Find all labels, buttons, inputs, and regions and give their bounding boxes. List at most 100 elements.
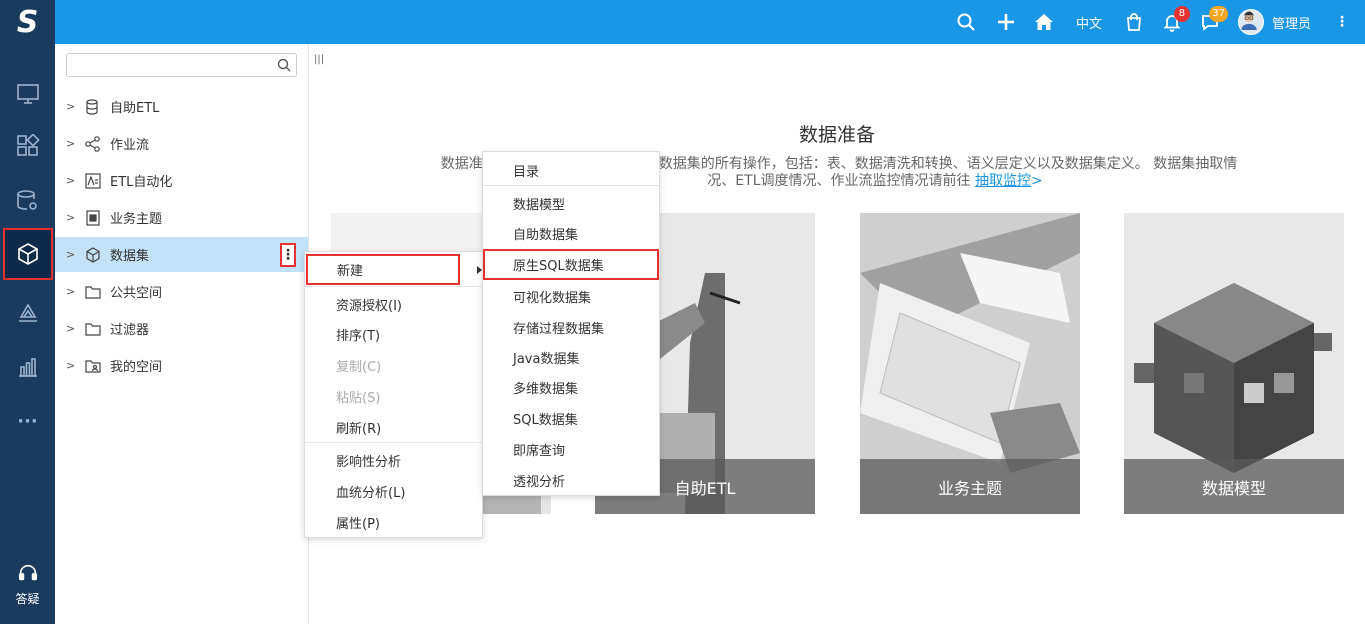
- help-button[interactable]: 答疑: [0, 562, 55, 607]
- submenu-item-olap-dataset[interactable]: 多维数据集: [483, 372, 659, 402]
- chevron-right-icon[interactable]: >: [66, 174, 78, 187]
- card-caption: 业务主题: [860, 459, 1080, 514]
- menu-item-label: SQL数据集: [513, 412, 578, 428]
- tree-item-dataset[interactable]: > 数据集 ⋮: [55, 237, 308, 272]
- menu-item-label: 存储过程数据集: [513, 321, 605, 337]
- chevron-right-icon[interactable]: >: [66, 211, 78, 224]
- desc-line2: 况、ETL调度情况、作业流监控情况请前往: [707, 173, 971, 189]
- tree-item-label: ETL自动化: [110, 175, 173, 190]
- menu-separator: [305, 442, 482, 443]
- chevron-right-icon[interactable]: >: [66, 137, 78, 150]
- menu-item-authorize[interactable]: 资源授权(I): [305, 289, 482, 319]
- menu-item-label: 可视化数据集: [513, 290, 592, 306]
- tree-item-etl-automation[interactable]: > ETL自动化: [55, 163, 308, 198]
- menu-item-label: 原生SQL数据集: [513, 259, 604, 274]
- collapse-panel-icon[interactable]: |||: [314, 54, 324, 65]
- search-icon[interactable]: [956, 12, 976, 32]
- message-badge: 37: [1209, 6, 1228, 22]
- menu-item-label: 即席查询: [513, 443, 566, 459]
- language-switch[interactable]: 中文: [1076, 13, 1102, 32]
- folder-icon: [85, 285, 101, 299]
- submenu-item-self-dataset[interactable]: 自助数据集: [483, 218, 659, 248]
- tree-item-business-topic[interactable]: > 业务主题: [55, 200, 308, 235]
- plus-icon[interactable]: [996, 12, 1016, 32]
- menu-item-label: Java数据集: [513, 351, 580, 367]
- menu-separator: [483, 185, 659, 186]
- chevron-right-icon[interactable]: >: [66, 322, 78, 335]
- submenu-item-native-sql-dataset[interactable]: 原生SQL数据集: [483, 249, 659, 280]
- chevron-right-icon[interactable]: >: [66, 100, 78, 113]
- tree-item-etl[interactable]: > 自助ETL: [55, 89, 308, 124]
- rail-dataset-icon[interactable]: [3, 228, 53, 280]
- menu-item-label: 粘贴(S): [336, 390, 381, 406]
- menu-item-label: 属性(P): [336, 516, 380, 532]
- menu-item-label: 排序(T): [336, 328, 381, 344]
- chevron-right-icon[interactable]: >: [66, 248, 78, 261]
- tree-search-input[interactable]: [66, 53, 297, 77]
- more-vertical-icon[interactable]: ⋮: [1335, 14, 1349, 30]
- top-header: S 中文 8 37 管理员 ⋮: [0, 0, 1365, 44]
- desc-arrow: >: [1030, 173, 1043, 189]
- cube-icon: [86, 246, 100, 263]
- tree-item-label: 业务主题: [110, 212, 163, 227]
- chevron-right-icon[interactable]: >: [66, 285, 78, 298]
- menu-item-sort[interactable]: 排序(T): [305, 319, 482, 349]
- tree-item-workflow[interactable]: > 作业流: [55, 126, 308, 161]
- submenu-item-adhoc-query[interactable]: 即席查询: [483, 434, 659, 464]
- submenu-item-sql-dataset[interactable]: SQL数据集: [483, 403, 659, 433]
- header-actions: 中文 8 37 管理员 ⋮: [956, 0, 1365, 44]
- menu-item-label: 血统分析(L): [336, 485, 406, 501]
- submenu-item-stored-procedure-dataset[interactable]: 存储过程数据集: [483, 312, 659, 342]
- home-icon[interactable]: [1034, 12, 1054, 32]
- rail-apps-icon[interactable]: [0, 120, 55, 172]
- message-icon[interactable]: 37: [1200, 6, 1228, 32]
- rail-analysis-icon[interactable]: [0, 286, 55, 338]
- rail-report-icon[interactable]: [0, 341, 55, 393]
- tree-item-label: 自助ETL: [110, 101, 160, 116]
- app-logo[interactable]: S: [0, 0, 55, 44]
- menu-item-label: 多维数据集: [513, 381, 579, 397]
- menu-item-label: 新建: [337, 264, 364, 279]
- chevron-right-icon[interactable]: >: [66, 359, 78, 372]
- submenu-item-visual-dataset[interactable]: 可视化数据集: [483, 281, 659, 311]
- more-options-button[interactable]: ⋮: [280, 243, 296, 267]
- workflow-icon: [85, 135, 100, 152]
- submenu-item-java-dataset[interactable]: Java数据集: [483, 342, 659, 372]
- card-data-model[interactable]: 数据模型: [1124, 213, 1344, 514]
- tree-item-label: 作业流: [110, 138, 150, 153]
- menu-item-label: 数据模型: [513, 197, 566, 213]
- menu-item-label: 刷新(R): [336, 421, 382, 437]
- menu-item-impact-analysis[interactable]: 影响性分析: [305, 445, 482, 475]
- extract-monitor-link[interactable]: 抽取监控: [975, 173, 1031, 189]
- notification-bell-icon[interactable]: 8: [1162, 6, 1190, 32]
- card-business-topic[interactable]: 业务主题: [860, 213, 1080, 514]
- menu-item-new[interactable]: 新建: [306, 254, 460, 285]
- user-avatar[interactable]: [1237, 9, 1264, 35]
- menu-item-properties[interactable]: 属性(P): [305, 507, 482, 537]
- desc-line1-b: 数据集的所有操作，包括：表、数据清洗和转换、语义层定义以及数据集定义。 数据集抽…: [658, 156, 1238, 172]
- tree-item-label: 公共空间: [110, 286, 163, 301]
- menu-item-copy[interactable]: 复制(C): [305, 350, 482, 380]
- rail-monitor-icon[interactable]: [0, 68, 55, 120]
- page-title: 数据准备: [798, 124, 875, 146]
- submenu-item-data-model[interactable]: 数据模型: [483, 188, 659, 218]
- menu-item-refresh[interactable]: 刷新(R): [305, 412, 482, 442]
- menu-item-label: 透视分析: [513, 474, 566, 490]
- tree-item-filter[interactable]: > 过滤器: [55, 311, 308, 346]
- shopping-bag-icon[interactable]: [1124, 12, 1144, 32]
- tree-item-label: 我的空间: [110, 360, 163, 375]
- rail-more-icon[interactable]: ···: [0, 395, 55, 447]
- submenu-item-folder[interactable]: 目录: [483, 155, 659, 185]
- resource-tree: > 自助ETL > 作业流 > ETL自动化 > 业务主题 > 数据集 ⋮ > …: [55, 44, 309, 624]
- help-label: 答疑: [15, 592, 40, 606]
- business-topic-icon: [86, 209, 100, 226]
- nav-rail: ··· 答疑: [0, 44, 55, 624]
- tree-item-public-space[interactable]: > 公共空间: [55, 274, 308, 309]
- rail-datasource-icon[interactable]: [0, 175, 55, 227]
- menu-item-lineage-analysis[interactable]: 血统分析(L): [305, 476, 482, 506]
- card-caption: 数据模型: [1124, 459, 1344, 514]
- username[interactable]: 管理员: [1272, 13, 1311, 32]
- tree-item-my-space[interactable]: > 我的空间: [55, 348, 308, 383]
- submenu-item-pivot-analysis[interactable]: 透视分析: [483, 465, 659, 495]
- menu-item-paste[interactable]: 粘贴(S): [305, 381, 482, 411]
